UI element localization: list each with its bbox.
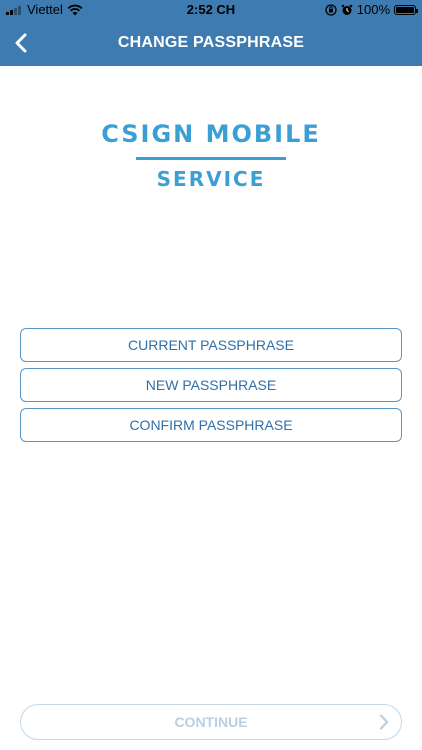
status-right: 100% [325, 2, 418, 17]
orientation-lock-icon [325, 3, 337, 16]
logo-divider [136, 157, 286, 160]
confirm-passphrase-input[interactable] [21, 409, 401, 441]
new-passphrase-input[interactable] [21, 369, 401, 401]
new-passphrase-field [20, 368, 402, 402]
continue-label: CONTINUE [174, 714, 248, 730]
confirm-passphrase-field [20, 408, 402, 442]
logo-line2: SERVICE [156, 167, 266, 191]
nav-bar: CHANGE PASSPHRASE [0, 20, 422, 66]
continue-button[interactable]: CONTINUE [20, 704, 402, 740]
app-logo: CSIGN MOBILE SERVICE [0, 120, 422, 190]
battery-icon [394, 4, 418, 15]
chevron-right-icon [379, 714, 389, 730]
battery-fill [396, 6, 414, 13]
current-passphrase-field [20, 328, 402, 362]
alarm-icon [341, 4, 353, 15]
battery-percent: 100% [356, 2, 390, 17]
status-bar: Viettel 2:52 CH 100% [0, 0, 422, 20]
current-passphrase-input[interactable] [21, 329, 401, 361]
logo-line1: CSIGN MOBILE [101, 120, 321, 148]
page-title: CHANGE PASSPHRASE [117, 34, 305, 51]
